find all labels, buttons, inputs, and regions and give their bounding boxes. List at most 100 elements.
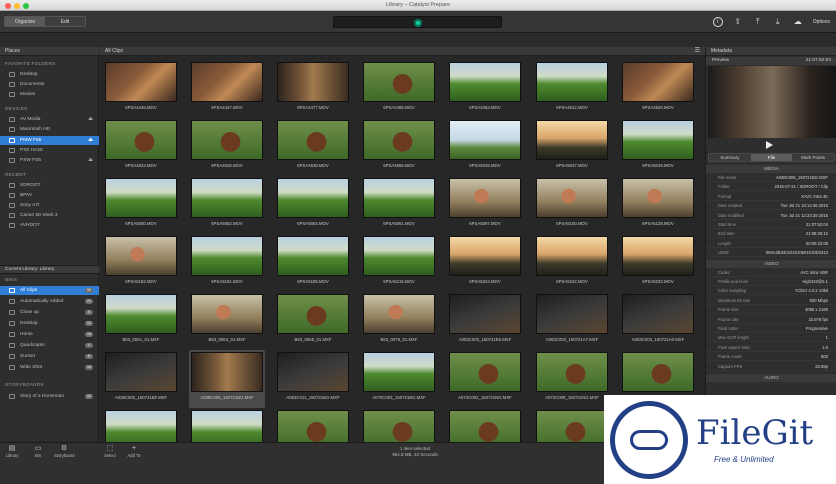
clip-item[interactable]: 6PSA5045.MOV xyxy=(447,118,523,176)
recent-item[interactable]: XDROOT xyxy=(0,181,99,190)
clip-item[interactable]: 6PSA4626.MOV xyxy=(189,118,265,176)
clip-item[interactable]: A003C002_150721A7.MXF xyxy=(534,292,610,350)
clip-item[interactable]: A063C011_150721BO.MXF xyxy=(275,350,351,408)
clip-item[interactable]: 6PSA5052.MOV xyxy=(189,176,265,234)
favorites-section-title: FAVORITE FOLDERS xyxy=(5,62,56,67)
options-button[interactable]: Options xyxy=(813,19,830,25)
options-icon[interactable]: ☁ xyxy=(793,17,803,27)
clip-item[interactable]: 6PSA4477.MOV xyxy=(275,60,351,118)
bin-item[interactable]: Wide Shot 15 xyxy=(0,363,99,372)
storyboard-button[interactable]: ⚙ Storyboard xyxy=(54,445,74,458)
clip-item[interactable]: A038C006_150721BG.MXF xyxy=(189,350,265,408)
bin-item[interactable]: Sunset 6 xyxy=(0,352,99,361)
clip-item[interactable] xyxy=(103,408,179,442)
export-icon[interactable]: ⇪ xyxy=(733,17,743,27)
clip-item[interactable] xyxy=(189,408,265,442)
clip-thumbnail xyxy=(622,120,694,160)
clip-item[interactable]: 6PSA4453.MOV xyxy=(447,60,523,118)
recent-item[interactable]: Sony A7r xyxy=(0,201,99,210)
bin-item[interactable]: Desktop 12 xyxy=(0,319,99,328)
clip-item[interactable]: 6PSA5061.MOV xyxy=(361,176,437,234)
device-item[interactable]: AV Media ⏏ xyxy=(0,115,99,124)
clip-item[interactable]: B63_0078_01.MXF xyxy=(361,292,437,350)
mode-edit[interactable]: Edit xyxy=(45,17,85,26)
clip-item[interactable]: 6PSA5195.MOV xyxy=(275,234,351,292)
eject-icon[interactable]: ⏏ xyxy=(88,156,93,165)
clip-item[interactable]: 6PSA4446.MOV xyxy=(103,60,179,118)
clip-item[interactable]: 6PSA5049.MOV xyxy=(620,118,696,176)
storyboard-item[interactable]: Story of a Horseman 12 xyxy=(0,392,99,401)
bin-item[interactable]: Automatically Added 21 xyxy=(0,297,99,306)
clip-item[interactable]: 6PSA5191.MOV xyxy=(189,234,265,292)
clip-item[interactable]: A072C008_150721NG.MXF xyxy=(534,350,610,408)
bin-item[interactable]: Close up 5 xyxy=(0,308,99,317)
metadata-row: Date created Tue Jul 21 13:14:36 2015 xyxy=(706,202,836,211)
clip-item[interactable]: B63_0068_01.MXF xyxy=(275,292,351,350)
clip-item[interactable]: 6PSA4447.MOV xyxy=(189,60,265,118)
clip-item[interactable]: 6PSA5233.MOV xyxy=(620,234,696,292)
device-item[interactable]: PXW FS5 ⏏ xyxy=(0,156,99,165)
mode-organize[interactable]: Organize xyxy=(5,17,45,26)
upload-icon[interactable]: ⤒ xyxy=(753,17,763,27)
clip-item[interactable]: A003C003_150721A0.MXF xyxy=(620,292,696,350)
clip-thumbnail xyxy=(105,236,177,276)
clip-item[interactable]: 6PSA5128.MOV xyxy=(620,176,696,234)
clip-item[interactable] xyxy=(447,408,523,442)
clip-item[interactable]: 6PSA4520.MOV xyxy=(620,60,696,118)
tab-file[interactable]: File xyxy=(750,154,793,161)
clip-item[interactable]: 6PSA4623.MOV xyxy=(103,118,179,176)
clip-thumbnail xyxy=(277,236,349,276)
clip-item[interactable]: 6PSA5097.MOV xyxy=(447,176,523,234)
bin-item[interactable]: Quadcopter 4 xyxy=(0,341,99,350)
tab-mark-points[interactable]: Mark Points xyxy=(792,154,834,161)
clip-item[interactable]: 6PSA4638.MOV xyxy=(275,118,351,176)
download-icon[interactable]: ⤓ xyxy=(773,17,783,27)
clip-item[interactable]: A038C002_150721BF.MXF xyxy=(103,350,179,408)
clip-item[interactable] xyxy=(534,408,610,442)
clip-thumbnail xyxy=(191,410,263,442)
list-view-icon[interactable]: ☰ xyxy=(695,47,700,56)
favorite-item[interactable]: Documents xyxy=(0,80,99,89)
play-icon[interactable] xyxy=(766,141,773,149)
info-icon[interactable]: i xyxy=(712,17,723,27)
clip-item[interactable]: 6PSA5100.MOV xyxy=(534,176,610,234)
favorite-item[interactable]: Desktop xyxy=(0,70,99,79)
clip-item[interactable]: 6PSA5054.MOV xyxy=(275,176,351,234)
preview-video[interactable] xyxy=(708,66,836,138)
clip-item[interactable]: A003C003_150721E6.MXF xyxy=(447,292,523,350)
recent-item[interactable]: AVHDOT xyxy=(0,221,99,230)
clip-item[interactable] xyxy=(275,408,351,442)
current-library-header[interactable]: Current Library: Library xyxy=(0,265,99,274)
clip-item[interactable]: A072C002_150721NG.MXF xyxy=(447,350,523,408)
clip-item[interactable]: 6PSA4656.MOV xyxy=(361,118,437,176)
clip-item[interactable]: 6PSA5047.MOV xyxy=(534,118,610,176)
bin-item-selected[interactable]: All Clips 56 xyxy=(0,286,99,295)
clip-item[interactable]: A070C003_150721BG.MXF xyxy=(361,350,437,408)
library-button[interactable]: ▤ Library xyxy=(2,445,22,458)
clip-item[interactable]: 6PSA5224.MOV xyxy=(447,234,523,292)
eject-icon[interactable]: ⏏ xyxy=(88,115,93,124)
clip-item[interactable]: B63_0064_01.MXF xyxy=(189,292,265,350)
clip-item[interactable]: 6PSA5162.MOV xyxy=(103,234,179,292)
clip-item[interactable] xyxy=(361,408,437,442)
clip-item[interactable]: 6PSA5215.MOV xyxy=(361,234,437,292)
clip-item[interactable]: 6PSA5232.MOV xyxy=(534,234,610,292)
eject-icon[interactable]: ⏏ xyxy=(88,136,93,145)
select-button[interactable]: ⬚ Select xyxy=(100,445,120,458)
device-item[interactable]: PXZ HA25 xyxy=(0,146,99,155)
clip-item[interactable]: B63_0061_01.MXF xyxy=(103,292,179,350)
metadata-key: Max GOP length xyxy=(718,335,749,341)
favorite-item[interactable]: Movies xyxy=(0,90,99,99)
bin-icon xyxy=(9,343,15,348)
recent-item[interactable]: Canon 5D Mark 3 xyxy=(0,211,99,220)
device-item-selected[interactable]: PMW F55 ⏏ xyxy=(0,136,99,145)
bin-button[interactable]: ▭ Bin xyxy=(28,445,48,458)
device-item[interactable]: Macintosh HD xyxy=(0,125,99,134)
clip-item[interactable]: 6PSA5050.MOV xyxy=(103,176,179,234)
bin-item[interactable]: Horse 18 xyxy=(0,330,99,339)
clip-item[interactable]: 6PSA4485.MOV xyxy=(361,60,437,118)
clip-item[interactable]: 6PSA4512.MOV xyxy=(534,60,610,118)
recent-item[interactable]: BPAV xyxy=(0,191,99,200)
add-to-button[interactable]: + Add To xyxy=(124,445,144,458)
tab-summary[interactable]: Summary xyxy=(709,154,751,161)
